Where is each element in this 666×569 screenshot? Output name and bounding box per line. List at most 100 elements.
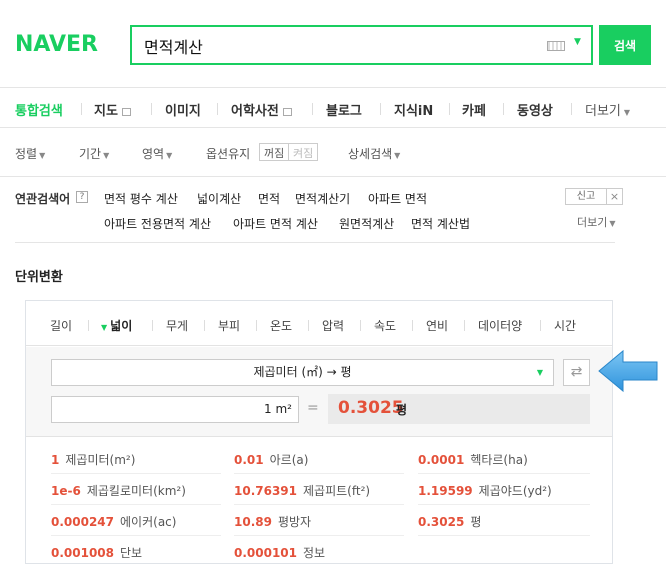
equals-sign: = [307, 400, 319, 416]
tab-image[interactable]: 이미지 [165, 100, 201, 119]
result-unit-label: 헥타르(ha) [470, 453, 528, 467]
related-link[interactable]: 넓이계산 [197, 190, 241, 207]
related-link[interactable]: 원면적계산 [339, 215, 394, 232]
category-temperature[interactable]: 온도 [270, 317, 292, 334]
related-more-button[interactable]: 더보기 ▼ [577, 214, 616, 230]
result-item: 0.01 아르(a) [234, 443, 404, 474]
result-number: 1e-6 [51, 484, 81, 498]
result-unit-label: 제곱미터(m²) [65, 453, 136, 467]
related-link[interactable]: 아파트 전용면적 계산 [104, 215, 211, 232]
tab-map-label: 지도 [94, 104, 118, 119]
result-number: 1 [51, 453, 60, 467]
category-data[interactable]: 데이터양 [478, 317, 522, 334]
autocomplete-toggle-icon[interactable]: ▼ [574, 37, 581, 47]
result-unit-label: 단보 [120, 546, 143, 560]
close-icon[interactable]: × [606, 188, 623, 205]
category-volume[interactable]: 부피 [218, 317, 240, 334]
related-link[interactable]: 면적 [258, 190, 280, 207]
category-area-label: 넓이 [110, 319, 133, 333]
result-number: 0.01 [234, 453, 264, 467]
dropdown-arrow-icon: ▼ [536, 368, 543, 377]
tab-video[interactable]: 동영상 [517, 100, 553, 119]
result-number: 0.000247 [51, 515, 115, 529]
caret-down-icon: ▼ [101, 323, 108, 332]
category-area[interactable]: ▼ 넓이 [101, 317, 132, 334]
chevron-down-icon: ▼ [166, 151, 173, 160]
result-unit-label: 아르(a) [269, 453, 309, 467]
result-unit-label: 제곱킬로미터(km²) [86, 484, 186, 498]
result-unit-label: 제곱피트(ft²) [303, 484, 371, 498]
pointer-arrow-icon [598, 349, 658, 393]
related-link[interactable]: 면적계산기 [295, 190, 350, 207]
external-window-icon [282, 107, 292, 116]
divider [360, 320, 361, 331]
result-number: 10.76391 [234, 484, 298, 498]
value-input[interactable]: 1 m² [51, 396, 299, 423]
tab-blog[interactable]: 블로그 [326, 100, 362, 119]
naver-logo[interactable]: NAVER [15, 32, 98, 57]
divider [151, 103, 152, 115]
option-keep-label: 옵션유지 [206, 147, 251, 161]
category-time[interactable]: 시간 [554, 317, 576, 334]
tab-integrated[interactable]: 통합검색 [15, 100, 63, 119]
conversion-panel: 제곱미터 (㎡) → 평 ▼ ⇄ 1 m² = 0.3025 평 [26, 347, 612, 437]
tab-map[interactable]: 지도 [94, 100, 131, 119]
result-unit-label: 평 [470, 515, 482, 529]
tab-dictionary-label: 어학사전 [231, 104, 279, 119]
category-speed[interactable]: 속도 [374, 317, 396, 334]
related-link[interactable]: 면적 평수 계산 [104, 190, 178, 207]
related-link[interactable]: 면적 계산법 [411, 215, 470, 232]
tab-cafe[interactable]: 카페 [462, 100, 486, 119]
result-item: 0.3025 평 [418, 505, 590, 536]
divider [312, 103, 313, 115]
divider [380, 103, 381, 115]
option-area[interactable]: 영역 ▼ [142, 145, 172, 162]
category-tabs: 길이 ▼ 넓이 무게 부피 온도 압력 속도 연비 데이터양 시간 [26, 301, 612, 346]
search-tabs: 통합검색 지도 이미지 어학사전 블로그 지식iN 카페 동영상 더보기 ▼ [0, 88, 666, 128]
result-item: 0.000247 에이커(ac) [51, 505, 221, 536]
related-more-label: 더보기 [577, 216, 608, 229]
search-input[interactable] [144, 35, 524, 57]
divider [204, 320, 205, 331]
tab-more-label: 더보기 [585, 104, 621, 119]
divider [571, 103, 572, 115]
help-icon[interactable]: ? [76, 191, 88, 203]
result-number: 0.001008 [51, 546, 115, 560]
divider [152, 320, 153, 331]
category-length[interactable]: 길이 [50, 317, 72, 334]
result-item: 0.001008 단보 [51, 536, 221, 567]
divider [464, 320, 465, 331]
search-button[interactable]: 검색 [599, 25, 651, 65]
keep-option-off-button[interactable]: 꺼짐 [259, 143, 290, 161]
swap-units-button[interactable]: ⇄ [563, 359, 590, 386]
related-link[interactable]: 아파트 면적 [368, 190, 427, 207]
keep-option-on-button[interactable]: 켜짐 [288, 143, 319, 161]
category-weight[interactable]: 무게 [166, 317, 188, 334]
divider [308, 320, 309, 331]
result-unit: 평 [396, 403, 408, 417]
divider [81, 103, 82, 115]
result-value: 0.3025 [338, 398, 404, 418]
keyboard-icon[interactable] [547, 41, 565, 51]
option-sort[interactable]: 정렬 ▼ [15, 145, 45, 162]
tab-kin[interactable]: 지식iN [394, 100, 433, 119]
divider [88, 320, 89, 331]
search-box[interactable]: ▼ [130, 25, 593, 65]
unit-pair-label: 제곱미터 (㎡) → 평 [253, 365, 352, 379]
unit-pair-select[interactable]: 제곱미터 (㎡) → 평 ▼ [51, 359, 554, 386]
option-detail-search[interactable]: 상세검색 ▼ [348, 145, 400, 162]
related-link[interactable]: 아파트 면적 계산 [233, 215, 318, 232]
divider [540, 320, 541, 331]
tab-dictionary[interactable]: 어학사전 [231, 100, 292, 119]
category-pressure[interactable]: 압력 [322, 317, 344, 334]
option-detail-label: 상세검색 [348, 147, 393, 161]
result-unit-label: 평방자 [277, 515, 312, 529]
option-period-label: 기간 [79, 147, 102, 161]
category-fuel-efficiency[interactable]: 연비 [426, 317, 448, 334]
result-unit-label: 에이커(ac) [120, 515, 177, 529]
option-period[interactable]: 기간 ▼ [79, 145, 109, 162]
result-unit-label: 정보 [303, 546, 326, 560]
tab-more[interactable]: 더보기 ▼ [585, 100, 630, 119]
related-title: 연관검색어 [15, 192, 71, 206]
report-button[interactable]: 신고 [565, 188, 607, 205]
